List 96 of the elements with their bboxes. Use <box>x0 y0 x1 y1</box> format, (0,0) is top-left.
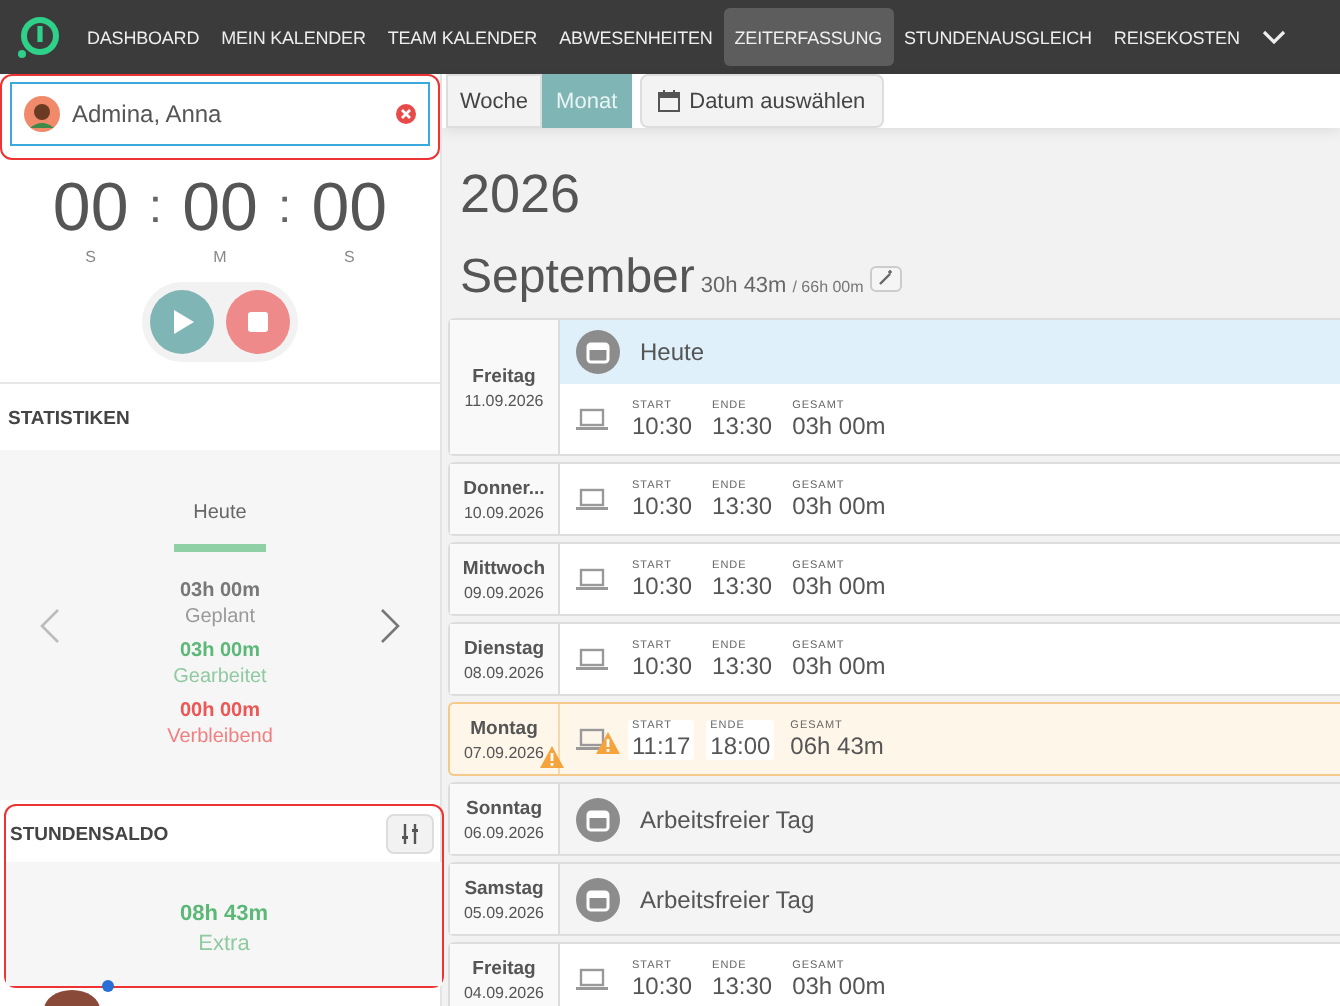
time-value: 13:30 <box>712 571 773 599</box>
time-value: 10:30 <box>632 971 693 999</box>
play-icon <box>170 310 194 334</box>
timer-unit-label: S <box>85 248 96 266</box>
time-value: 11:17 <box>632 731 691 759</box>
date: 10.09.2026 <box>463 503 545 521</box>
time-value: 10:30 <box>632 491 693 519</box>
weekday: Samstag <box>464 877 544 899</box>
date: 09.09.2026 <box>463 583 545 601</box>
timer-minutes: 00 <box>182 172 258 244</box>
sliders-icon <box>400 824 420 844</box>
today-label: Heute <box>640 338 705 366</box>
laptop-icon <box>576 407 608 431</box>
view-tab[interactable]: Woche <box>446 74 543 128</box>
logo-icon[interactable] <box>16 15 60 59</box>
weekday: Freitag <box>472 365 536 387</box>
worked-label: Gearbeitet <box>173 666 267 688</box>
laptop-icon <box>576 647 608 671</box>
nav-tab[interactable]: ABWESENHEITEN <box>548 8 724 66</box>
stop-icon <box>248 312 268 332</box>
timer-hours: 00 <box>52 172 129 244</box>
month-target: / 66h 00m <box>792 278 864 296</box>
user-select-field[interactable]: Admina, Anna <box>10 82 430 146</box>
nav-tab[interactable]: TEAM KALENDER <box>376 8 549 66</box>
laptop-icon <box>576 567 608 591</box>
laptop-icon <box>576 487 608 511</box>
time-value: 13:30 <box>712 651 773 679</box>
nav-tab[interactable]: STUNDENAUSGLEICH <box>893 8 1103 66</box>
day-off-label: Arbeitsfreier Tag <box>640 885 815 913</box>
time-value: 18:00 <box>710 731 771 759</box>
month-heading: September <box>460 250 695 306</box>
nav-tab[interactable]: MEIN KALENDER <box>210 8 377 66</box>
weekday: Montag <box>470 717 538 739</box>
timer-separator: : <box>278 178 292 238</box>
month-worked: 30h 43m <box>700 274 787 298</box>
time-value: 03h 00m <box>792 651 886 679</box>
clear-icon[interactable] <box>396 104 416 124</box>
day-row[interactable]: Samstag 05.09.2026 Arbeitsfreier Tag <box>448 862 1340 936</box>
remaining-label: Verbleibend <box>167 726 273 748</box>
timer-unit-label: S <box>344 248 355 266</box>
calendar-icon <box>576 797 620 841</box>
weekday: Dienstag <box>463 637 545 659</box>
time-value: 03h 00m <box>792 491 886 519</box>
nav-tab[interactable]: ZEITERFASSUNG <box>723 8 893 66</box>
timer-unit-label: M <box>213 248 227 266</box>
year-heading: 2026 <box>460 164 583 226</box>
balance-label: Extra <box>198 931 250 955</box>
period-indicator <box>173 544 266 552</box>
filter-button[interactable] <box>386 814 434 854</box>
time-value: 03h 00m <box>792 411 886 439</box>
time-value: 10:30 <box>632 411 693 439</box>
date-picker-button[interactable]: Datum auswählen <box>639 74 884 128</box>
magic-wand-button[interactable] <box>869 265 902 291</box>
magic-wand-icon <box>877 270 894 286</box>
date: 11.09.2026 <box>464 391 544 409</box>
nav-tab[interactable]: REISEKOSTEN <box>1102 8 1251 66</box>
weekday: Sonntag <box>466 797 542 819</box>
calendar-icon <box>576 877 620 921</box>
date: 06.09.2026 <box>463 823 545 841</box>
warning-icon <box>540 746 564 768</box>
day-row[interactable]: Sonntag 06.09.2026 Arbeitsfreier Tag <box>448 782 1340 856</box>
nav-tab[interactable]: DASHBOARD <box>76 8 211 66</box>
planned-value: 03h 00m <box>179 580 260 602</box>
time-value: 13:30 <box>712 491 773 519</box>
chevron-down-icon[interactable] <box>1262 29 1287 45</box>
chevron-right-icon[interactable] <box>379 607 400 643</box>
period-label: Heute <box>193 502 247 524</box>
balance-value: 08h 43m <box>179 901 269 925</box>
remaining-value: 00h 00m <box>179 700 260 722</box>
avatar-icon <box>24 96 60 132</box>
calendar-icon <box>576 330 620 374</box>
user-name: Admina, Anna <box>72 100 224 128</box>
date: 07.09.2026 <box>463 743 545 761</box>
laptop-icon <box>576 967 608 991</box>
timer-separator: : <box>148 178 162 238</box>
worked-value: 03h 00m <box>179 640 260 662</box>
calendar-icon <box>657 90 680 112</box>
weekday: Donner... <box>463 477 545 499</box>
time-value: 06h 43m <box>790 731 884 759</box>
date: 05.09.2026 <box>463 903 545 921</box>
date: 04.09.2026 <box>463 983 545 1001</box>
timer-seconds: 00 <box>311 172 388 244</box>
section-title: STUNDENSALDO <box>10 823 169 845</box>
time-value: 10:30 <box>632 571 693 599</box>
time-value: 13:30 <box>712 971 773 999</box>
time-value: 10:30 <box>632 651 693 679</box>
time-value: 13:30 <box>712 411 773 439</box>
day-off-label: Arbeitsfreier Tag <box>640 805 815 833</box>
stop-button[interactable] <box>226 290 290 354</box>
planned-label: Geplant <box>184 606 255 628</box>
weekday: Freitag <box>472 957 536 979</box>
date: 08.09.2026 <box>463 663 545 681</box>
warning-icon <box>596 731 620 753</box>
time-value: 03h 00m <box>792 571 886 599</box>
time-value: 03h 00m <box>792 971 886 999</box>
weekday: Mittwoch <box>462 557 546 579</box>
